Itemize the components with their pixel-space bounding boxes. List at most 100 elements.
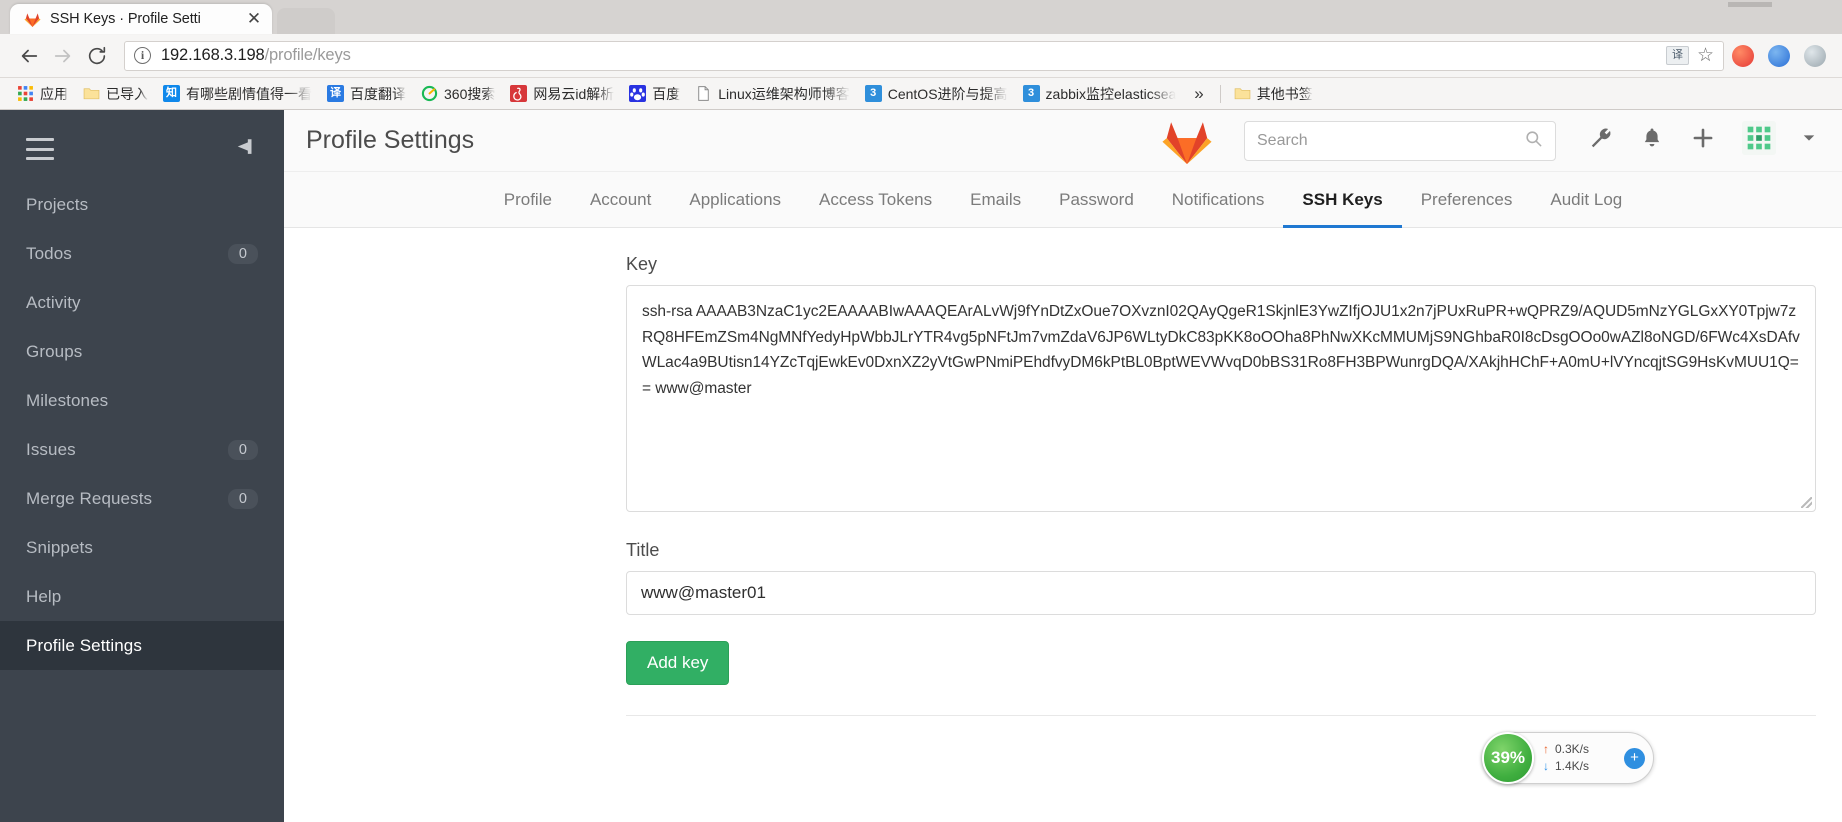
submit-spacer bbox=[310, 641, 626, 716]
tab-notifications[interactable]: Notifications bbox=[1153, 172, 1284, 227]
sidebar-badge: 0 bbox=[227, 243, 258, 264]
bell-icon[interactable] bbox=[1640, 126, 1664, 155]
tab-emails[interactable]: Emails bbox=[951, 172, 1040, 227]
tab-title: SSH Keys · Profile Setti bbox=[50, 11, 201, 27]
bookmarks-overflow-button[interactable]: » bbox=[1184, 84, 1213, 104]
bookmark-item[interactable]: 3 zabbix监控elasticsea bbox=[1016, 81, 1184, 107]
bookmark-item[interactable]: 百度 bbox=[622, 81, 687, 107]
reload-button[interactable] bbox=[80, 39, 114, 73]
network-speed-widget[interactable]: 39% ↑ 0.3K/s ↓ 1.4K/s + bbox=[1482, 732, 1654, 784]
site-info-icon[interactable]: i bbox=[134, 47, 151, 64]
sidebar-item-snippets[interactable]: Snippets bbox=[0, 523, 284, 572]
bookmark-item[interactable]: 360搜索 bbox=[414, 81, 502, 107]
bookmark-label: 已导入 bbox=[106, 85, 148, 102]
extension-icon-red[interactable] bbox=[1732, 44, 1754, 67]
360-search-icon bbox=[421, 85, 438, 102]
extension-icon-blue[interactable] bbox=[1768, 44, 1790, 67]
gitlab-logo[interactable] bbox=[1160, 115, 1214, 167]
tab-password[interactable]: Password bbox=[1040, 172, 1153, 227]
boost-button[interactable]: + bbox=[1624, 747, 1645, 769]
sidebar-item-help[interactable]: Help bbox=[0, 572, 284, 621]
extension-icons bbox=[1732, 44, 1830, 67]
chevron-down-icon[interactable] bbox=[1802, 131, 1816, 150]
tab-close-icon[interactable]: ✕ bbox=[244, 9, 264, 29]
translate-icon[interactable]: 译 bbox=[1665, 46, 1689, 65]
url-host: 192.168.3.198 bbox=[161, 46, 265, 64]
bookmark-item[interactable]: 已导入 bbox=[76, 81, 155, 107]
bookmark-item[interactable]: 3 CentOS进阶与提高 bbox=[858, 81, 1015, 107]
key-label: Key bbox=[626, 254, 658, 274]
tab-preferences[interactable]: Preferences bbox=[1402, 172, 1532, 227]
new-tab-button[interactable] bbox=[277, 8, 335, 34]
cpu-usage-circle: 39% bbox=[1482, 732, 1534, 784]
sidebar-item-todos[interactable]: Todos 0 bbox=[0, 229, 284, 278]
title-field-row: Title www@master01 bbox=[310, 540, 1816, 615]
textarea-resize-handle[interactable] bbox=[1801, 497, 1812, 508]
title-input[interactable]: www@master01 bbox=[626, 571, 1816, 615]
bookmark-label: 360搜索 bbox=[444, 85, 496, 102]
bookmark-item[interactable]: 应用 bbox=[10, 81, 75, 107]
bookmark-label: CentOS进阶与提高 bbox=[887, 85, 1008, 102]
arrow-down-icon: ↓ bbox=[1543, 759, 1549, 773]
title-label: Title bbox=[626, 540, 660, 560]
window-controls[interactable] bbox=[1714, 0, 1834, 34]
plus-icon[interactable] bbox=[1690, 125, 1716, 156]
upload-rate-value: 0.3K/s bbox=[1555, 742, 1590, 756]
sidebar-item-label: Milestones bbox=[26, 390, 109, 410]
header-icons bbox=[1588, 121, 1816, 160]
sidebar-item-label: Activity bbox=[26, 292, 81, 312]
title-field-spacer bbox=[310, 540, 626, 615]
other-bookmarks-button[interactable]: 其他书签 bbox=[1227, 81, 1320, 107]
sidebar-item-groups[interactable]: Groups bbox=[0, 327, 284, 376]
key-textarea[interactable]: ssh-rsa AAAAB3NzaC1yc2EAAAABIwAAAQEArALv… bbox=[626, 285, 1816, 512]
folder-icon bbox=[83, 85, 100, 102]
tab-label: Audit Log bbox=[1550, 189, 1623, 209]
search-placeholder: Search bbox=[1257, 131, 1308, 149]
avatar[interactable] bbox=[1742, 121, 1776, 160]
tab-ssh-keys[interactable]: SSH Keys bbox=[1283, 172, 1403, 228]
folder-icon bbox=[1234, 85, 1251, 102]
apps-grid-icon bbox=[17, 85, 34, 102]
bookmark-star-icon[interactable]: ☆ bbox=[1697, 44, 1714, 67]
hamburger-menu-icon[interactable] bbox=[26, 138, 54, 160]
tab-access-tokens[interactable]: Access Tokens bbox=[800, 172, 951, 227]
bookmark-item[interactable]: 网易云id解析 bbox=[503, 81, 621, 107]
wrench-icon[interactable] bbox=[1588, 125, 1614, 156]
sidebar-item-label: Help bbox=[26, 586, 62, 606]
sidebar-item-milestones[interactable]: Milestones bbox=[0, 376, 284, 425]
browser-tab[interactable]: SSH Keys · Profile Setti ✕ bbox=[10, 4, 272, 34]
forward-button[interactable] bbox=[46, 39, 80, 73]
tab-label: Account bbox=[589, 189, 652, 209]
add-key-button[interactable]: Add key bbox=[626, 641, 730, 685]
blue-doc-icon: 3 bbox=[864, 85, 882, 102]
bookmark-item[interactable]: Linux运维架构师博客 bbox=[688, 81, 856, 107]
bookmark-label: 有哪些剧情值得一看 bbox=[186, 85, 312, 102]
key-field-wrap: Key ssh-rsa AAAAB3NzaC1yc2EAAAABIwAAAQEA… bbox=[626, 254, 1816, 512]
tab-account[interactable]: Account bbox=[571, 172, 670, 227]
address-bar[interactable]: i 192.168.3.198/profile/keys 译 ☆ bbox=[124, 40, 1724, 71]
pin-icon[interactable] bbox=[234, 136, 258, 162]
sidebar-item-projects[interactable]: Projects bbox=[0, 180, 284, 229]
tab-profile[interactable]: Profile bbox=[485, 172, 571, 227]
back-button[interactable] bbox=[12, 39, 46, 73]
page-title: Profile Settings bbox=[306, 126, 475, 154]
network-rates: ↑ 0.3K/s ↓ 1.4K/s bbox=[1534, 741, 1624, 775]
key-field-spacer bbox=[310, 254, 626, 512]
extension-icon-globe[interactable] bbox=[1804, 44, 1826, 67]
bookmark-item[interactable]: 知 有哪些剧情值得一看 bbox=[156, 81, 319, 107]
search-icon bbox=[1524, 129, 1543, 153]
url-path: /profile/keys bbox=[264, 46, 351, 64]
sidebar-item-merge-requests[interactable]: Merge Requests 0 bbox=[0, 474, 284, 523]
netease-music-icon bbox=[510, 85, 528, 102]
sidebar-item-issues[interactable]: Issues 0 bbox=[0, 425, 284, 474]
tab-audit-log[interactable]: Audit Log bbox=[1531, 172, 1641, 227]
bookmark-label: 应用 bbox=[40, 85, 68, 102]
sidebar-item-activity[interactable]: Activity bbox=[0, 278, 284, 327]
bookmark-item[interactable]: 译 百度翻译 bbox=[320, 81, 413, 107]
sidebar-top bbox=[0, 118, 284, 180]
sidebar-item-profile-settings[interactable]: Profile Settings bbox=[0, 621, 284, 670]
search-input[interactable]: Search bbox=[1244, 120, 1556, 161]
bookmark-label: 百度 bbox=[652, 85, 681, 102]
title-input-value: www@master01 bbox=[641, 583, 766, 602]
tab-applications[interactable]: Applications bbox=[670, 172, 800, 227]
